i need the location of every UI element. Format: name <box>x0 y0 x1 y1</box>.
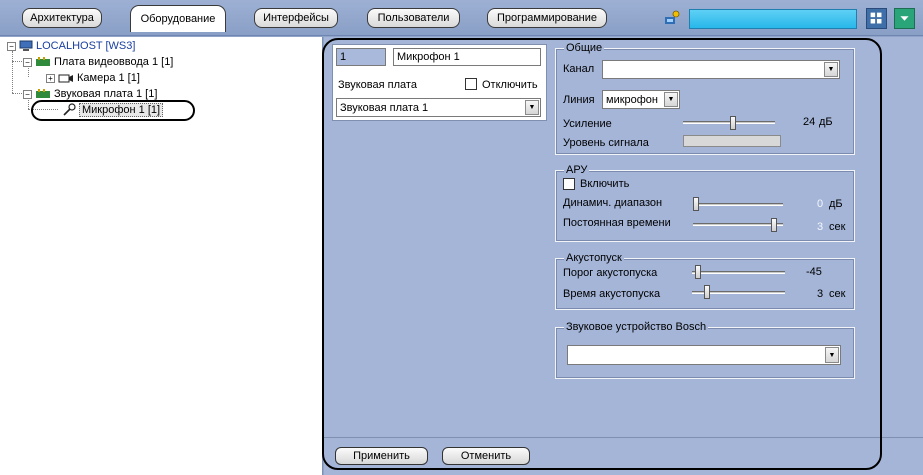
vox-threshold-slider-thumb[interactable] <box>694 265 701 279</box>
sound-board-label: Звуковая плата <box>338 79 417 91</box>
agc-enable-checkbox[interactable] <box>563 178 575 190</box>
channel-select[interactable]: ▼ <box>602 60 840 79</box>
collapse-icon[interactable]: − <box>23 89 32 99</box>
vox-threshold-slider-track[interactable] <box>692 271 785 274</box>
bosch-title: Звуковое устройство Bosch <box>564 321 709 333</box>
vox-threshold-label: Порог акустопуска <box>563 267 658 279</box>
tree-label-localhost: LOCALHOST [WS3] <box>36 40 136 52</box>
computer-icon <box>19 40 33 51</box>
vox-threshold-value: -45 <box>806 266 822 278</box>
dynamic-range-slider-thumb[interactable] <box>693 197 699 211</box>
gain-label: Усиление <box>563 118 612 130</box>
line-label: Линия <box>563 94 595 106</box>
tab-users[interactable]: Пользователи <box>367 8 460 28</box>
dropdown-arrow-icon[interactable] <box>894 8 915 29</box>
collapse-icon[interactable]: − <box>23 57 32 67</box>
time-constant-label: Постоянная времени <box>563 217 671 229</box>
dynamic-range-value: 0 <box>817 198 824 210</box>
tab-equipment[interactable]: Оборудование <box>130 5 226 32</box>
line-value: микрофон <box>606 93 658 106</box>
dynamic-range-slider-track[interactable] <box>693 203 783 206</box>
signal-level-label: Уровень сигнала <box>563 137 649 149</box>
disable-label: Отключить <box>482 79 538 91</box>
vox-time-value: 3 <box>817 288 824 300</box>
dynamic-range-unit: дБ <box>829 198 843 210</box>
dynamic-range-label: Динамич. диапазон <box>563 197 663 209</box>
camera-icon <box>58 74 73 83</box>
cancel-button[interactable]: Отменить <box>442 447 530 465</box>
agc-title: АРУ <box>564 164 590 176</box>
tree-item-video-board[interactable]: − Плата видеоввода 1 [1] <box>23 55 173 69</box>
tree-item-camera[interactable]: + Камера 1 [1] <box>46 71 140 85</box>
chevron-down-icon[interactable]: ▼ <box>824 62 838 77</box>
board-icon <box>36 57 50 66</box>
disable-checkbox[interactable] <box>465 78 477 90</box>
annotation-oval <box>31 100 195 121</box>
tree-item-localhost[interactable]: − LOCALHOST [WS3] <box>7 39 135 53</box>
gain-unit: дБ <box>819 116 833 128</box>
bosch-device-select[interactable]: ▼ <box>567 345 841 365</box>
board-icon <box>36 89 50 98</box>
signal-level-meter <box>683 135 781 147</box>
gain-value: 24 <box>803 116 816 128</box>
chevron-down-icon[interactable]: ▼ <box>525 100 539 115</box>
time-constant-value: 3 <box>817 221 824 233</box>
time-constant-slider-track[interactable] <box>693 223 783 226</box>
vox-time-slider-thumb[interactable] <box>704 285 711 299</box>
top-tab-bar: Архитектура Оборудование Интерфейсы Поль… <box>0 0 923 36</box>
agc-enable-label: Включить <box>580 178 630 190</box>
key-user-icon[interactable] <box>663 9 681 27</box>
tree-item-sound-board[interactable]: − Звуковая плата 1 [1] <box>23 87 157 101</box>
gain-slider-thumb[interactable] <box>730 116 737 130</box>
expand-icon[interactable]: + <box>46 73 55 83</box>
collapse-icon[interactable]: − <box>7 41 16 51</box>
gain-slider-track[interactable] <box>683 121 775 124</box>
tab-interfaces[interactable]: Интерфейсы <box>254 8 338 28</box>
vox-time-label: Время акустопуска <box>563 288 661 300</box>
layout-grid-icon[interactable] <box>866 8 887 29</box>
vox-time-unit: сек <box>829 288 846 300</box>
time-constant-slider-thumb[interactable] <box>771 218 778 232</box>
channel-label: Канал <box>563 63 595 75</box>
sound-board-select[interactable]: Звуковая плата 1 ▼ <box>336 98 541 117</box>
object-name-field[interactable]: Микрофон 1 <box>393 48 541 66</box>
time-constant-unit: сек <box>829 221 846 233</box>
general-title: Общие <box>564 42 605 54</box>
search-field[interactable] <box>689 9 857 29</box>
apply-button[interactable]: Применить <box>335 447 428 465</box>
tab-programming[interactable]: Программирование <box>487 8 607 28</box>
sound-board-value: Звуковая плата 1 <box>340 101 429 114</box>
chevron-down-icon[interactable]: ▼ <box>664 92 678 107</box>
tree-label-sound-board: Звуковая плата 1 [1] <box>54 88 158 100</box>
object-id-field[interactable]: 1 <box>336 48 386 66</box>
tree-label-video-board: Плата видеоввода 1 [1] <box>54 56 174 68</box>
tab-architecture[interactable]: Архитектура <box>22 8 102 28</box>
vox-title: Акустопуск <box>564 252 624 264</box>
tree-label-camera: Камера 1 [1] <box>77 72 140 84</box>
chevron-down-icon[interactable]: ▼ <box>825 347 839 363</box>
line-select[interactable]: микрофон ▼ <box>602 90 680 109</box>
